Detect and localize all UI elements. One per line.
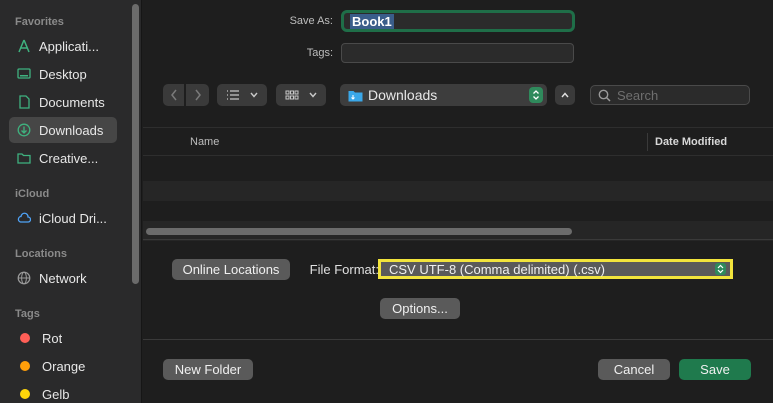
location-popup[interactable]: Downloads (340, 84, 547, 106)
chevron-down-icon (250, 92, 258, 98)
options-button[interactable]: Options... (380, 298, 460, 319)
horizontal-scrollbar[interactable] (146, 228, 572, 235)
table-row (143, 181, 773, 201)
sidebar-item-label: Documents (39, 94, 105, 110)
sidebar-item-label: Orange (42, 358, 86, 374)
location-stepper-icon (529, 87, 543, 103)
sidebar-item-tag-gelb[interactable]: Gelb (9, 381, 117, 403)
tag-orange-dot-icon (20, 361, 30, 371)
folder-icon (348, 90, 363, 101)
chevron-left-icon (170, 89, 177, 101)
back-button[interactable] (163, 84, 184, 106)
online-locations-button[interactable]: Online Locations (172, 259, 290, 280)
sidebar: Favorites Applicati... Desktop Documents… (0, 0, 142, 403)
sidebar-item-desktop[interactable]: Desktop (9, 61, 117, 87)
save-dialog: Save As: Book1 Tags: Downloads Search Na… (143, 0, 773, 403)
column-divider[interactable] (647, 133, 648, 151)
sidebar-item-label: Desktop (39, 66, 87, 82)
file-list[interactable]: Name Date Modified (143, 127, 773, 241)
file-format-label: File Format: (309, 262, 379, 277)
sidebar-scrollbar[interactable] (132, 4, 139, 284)
save-as-label: Save As: (289, 15, 333, 27)
sidebar-item-label: Applicati... (39, 38, 99, 54)
forward-button[interactable] (186, 84, 209, 106)
list-view-icon (227, 90, 239, 100)
list-view-button[interactable] (217, 84, 267, 106)
sidebar-item-icloud-drive[interactable]: iCloud Dri... (9, 205, 117, 231)
section-favorites: Favorites (15, 16, 64, 28)
sidebar-item-downloads[interactable]: Downloads (9, 117, 117, 143)
network-icon (17, 271, 31, 285)
file-format-popup[interactable]: CSV UTF-8 (Comma delimited) (.csv) (378, 259, 733, 279)
section-icloud: iCloud (15, 188, 50, 200)
tag-red-dot-icon (20, 333, 30, 343)
desktop-icon (17, 67, 31, 81)
search-icon (598, 89, 611, 102)
search-field[interactable]: Search (590, 85, 750, 105)
grid-view-button[interactable] (276, 84, 326, 106)
tags-label: Tags: (306, 47, 333, 59)
column-header-name[interactable]: Name (190, 128, 219, 155)
sidebar-item-label: Creative... (39, 150, 99, 166)
applications-icon (17, 39, 31, 53)
chevron-up-icon (561, 92, 569, 98)
search-placeholder: Search (617, 87, 659, 103)
sidebar-item-documents[interactable]: Documents (9, 89, 117, 115)
file-format-stepper-icon (715, 263, 726, 275)
folder-icon (17, 151, 31, 165)
divider (143, 239, 773, 240)
tags-input[interactable] (341, 43, 574, 63)
grid-view-icon (285, 90, 299, 99)
chevron-right-icon (194, 89, 201, 101)
save-as-input[interactable]: Book1 (341, 10, 575, 32)
save-as-value: Book1 (350, 14, 394, 29)
sidebar-item-tag-rot[interactable]: Rot (9, 325, 117, 351)
cloud-icon (17, 211, 31, 225)
location-label: Downloads (368, 87, 438, 103)
sidebar-item-label: Network (39, 270, 87, 286)
collapse-button[interactable] (555, 85, 575, 105)
document-icon (17, 95, 31, 109)
sidebar-item-network[interactable]: Network (9, 265, 117, 291)
header-divider (143, 155, 773, 156)
section-tags: Tags (15, 308, 40, 320)
column-header-date-modified[interactable]: Date Modified (655, 128, 727, 155)
downloads-icon (17, 123, 31, 137)
sidebar-item-label: Gelb (42, 386, 70, 402)
tag-yellow-dot-icon (20, 389, 30, 399)
save-button[interactable]: Save (679, 359, 751, 380)
sidebar-item-label: Rot (42, 330, 63, 346)
section-locations: Locations (15, 248, 67, 260)
sidebar-item-creative[interactable]: Creative... (9, 145, 117, 171)
cancel-button[interactable]: Cancel (598, 359, 670, 380)
new-folder-button[interactable]: New Folder (163, 359, 253, 380)
sidebar-item-label: Downloads (39, 122, 104, 138)
file-format-value: CSV UTF-8 (Comma delimited) (.csv) (389, 262, 605, 277)
sidebar-item-applications[interactable]: Applicati... (9, 33, 117, 59)
divider (143, 339, 773, 340)
sidebar-item-tag-orange[interactable]: Orange (9, 353, 117, 379)
sidebar-item-label: iCloud Dri... (39, 210, 107, 226)
chevron-down-icon (309, 92, 317, 98)
